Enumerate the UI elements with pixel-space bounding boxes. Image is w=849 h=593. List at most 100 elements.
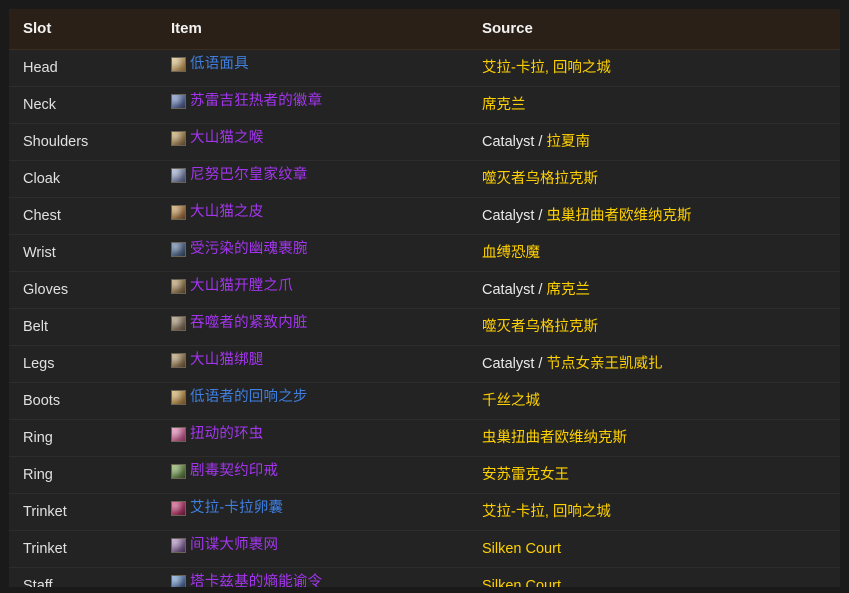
gear-source-cell: Silken Court bbox=[482, 531, 840, 568]
item-name: 受污染的幽魂裹腕 bbox=[190, 241, 308, 258]
source-name: 安苏雷克女王 bbox=[482, 467, 569, 483]
table-row: Cloak 尼努巴尔皇家纹章 噬灭者乌格拉克斯 bbox=[9, 160, 840, 198]
gear-slot-label: Trinket bbox=[23, 504, 67, 520]
gear-item-cell: 大山猫绑腿 bbox=[171, 346, 482, 383]
table-row: Shoulders 大山猫之喉 Catalyst / 拉夏南 bbox=[9, 123, 840, 161]
source-name: 席克兰 bbox=[546, 282, 590, 298]
item-link[interactable]: 受污染的幽魂裹腕 bbox=[171, 242, 308, 257]
source-prefix: Catalyst / bbox=[482, 282, 547, 298]
table-row: Wrist 受污染的幽魂裹腕 血缚恐魔 bbox=[9, 234, 840, 272]
item-icon-gloves-claws bbox=[171, 279, 186, 294]
item-name: 塔卡兹基的熵能谕令 bbox=[190, 574, 323, 587]
item-icon-neck-medallion bbox=[171, 94, 186, 109]
gear-source-cell: Catalyst / 拉夏南 bbox=[482, 124, 840, 161]
gear-slot-label: Cloak bbox=[23, 171, 61, 187]
source-prefix: Catalyst / bbox=[482, 356, 547, 372]
gear-source-cell: 席克兰 bbox=[482, 87, 840, 124]
item-link[interactable]: 塔卡兹基的熵能谕令 bbox=[171, 575, 322, 587]
gear-slot-label: Ring bbox=[23, 467, 53, 483]
gear-slot-label: Trinket bbox=[23, 541, 67, 557]
item-link[interactable]: 尼努巴尔皇家纹章 bbox=[171, 168, 308, 183]
item-link[interactable]: 扭动的环虫 bbox=[171, 427, 264, 442]
gear-source-cell: 噬灭者乌格拉克斯 bbox=[482, 161, 840, 198]
gear-slot-label: Wrist bbox=[23, 245, 56, 261]
table-row: Trinket 艾拉-卡拉卵囊 艾拉-卡拉, 回响之城 bbox=[9, 493, 840, 531]
gear-table: Slot Item Source Head 低语面具 艾拉-卡拉, 回响之城 Neck… bbox=[9, 9, 840, 587]
item-name: 大山猫绑腿 bbox=[190, 352, 264, 369]
gear-source-cell: 虫巢扭曲者欧维纳克斯 bbox=[482, 420, 840, 457]
gear-item-cell: 尼努巴尔皇家纹章 bbox=[171, 161, 482, 198]
gear-source-cell: 艾拉-卡拉, 回响之城 bbox=[482, 494, 840, 531]
item-icon-legs-leggings bbox=[171, 353, 186, 368]
gear-item-cell: 大山猫之喉 bbox=[171, 124, 482, 161]
source-name: Silken Court bbox=[482, 578, 561, 587]
item-icon-chest-lynx bbox=[171, 205, 186, 220]
table-row: Boots 低语者的回响之步 千丝之城 bbox=[9, 382, 840, 420]
item-name: 低语者的回响之步 bbox=[190, 389, 308, 406]
gear-item-cell: 扭动的环虫 bbox=[171, 420, 482, 457]
item-name: 苏雷吉狂热者的徽章 bbox=[190, 93, 323, 110]
item-link[interactable]: 大山猫之喉 bbox=[171, 131, 264, 146]
gear-item-cell: 大山猫开膛之爪 bbox=[171, 272, 482, 309]
item-link[interactable]: 艾拉-卡拉卵囊 bbox=[171, 501, 283, 516]
gear-slot-label: Head bbox=[23, 60, 58, 76]
item-link[interactable]: 大山猫之皮 bbox=[171, 205, 264, 220]
table-row: Ring 剧毒契约印戒 安苏雷克女王 bbox=[9, 456, 840, 494]
gear-slot-label: Shoulders bbox=[23, 134, 89, 150]
item-link[interactable]: 低语面具 bbox=[171, 57, 249, 72]
table-row: Belt 吞噬者的紧致内脏 噬灭者乌格拉克斯 bbox=[9, 308, 840, 346]
column-header-item[interactable]: Item bbox=[171, 9, 482, 50]
gear-slot-label: Staff bbox=[23, 578, 53, 587]
gear-source-cell: Catalyst / 节点女亲王凯威扎 bbox=[482, 346, 840, 383]
source-name: 血缚恐魔 bbox=[482, 245, 540, 261]
item-link[interactable]: 剧毒契约印戒 bbox=[171, 464, 278, 479]
item-icon-belt-viscera bbox=[171, 316, 186, 331]
gear-slot-label: Gloves bbox=[23, 282, 69, 298]
source-name: 虫巢扭曲者欧维纳克斯 bbox=[546, 208, 692, 224]
item-name: 低语面具 bbox=[190, 56, 249, 73]
gear-item-cell: 苏雷吉狂热者的徽章 bbox=[171, 87, 482, 124]
item-icon-cloak-crest bbox=[171, 168, 186, 183]
item-link[interactable]: 大山猫绑腿 bbox=[171, 353, 264, 368]
table-row: Head 低语面具 艾拉-卡拉, 回响之城 bbox=[9, 49, 840, 87]
table-row: Trinket 间谍大师裹网 Silken Court bbox=[9, 530, 840, 568]
gear-table-body: Head 低语面具 艾拉-卡拉, 回响之城 Neck 苏雷吉狂热者的徽章 席克兰 Shoul… bbox=[9, 49, 840, 587]
gear-slot-label: Legs bbox=[23, 356, 55, 372]
table-row: Chest 大山猫之皮 Catalyst / 虫巢扭曲者欧维纳克斯 bbox=[9, 197, 840, 235]
item-link[interactable]: 间谍大师裹网 bbox=[171, 538, 278, 553]
gear-source-cell: 安苏雷克女王 bbox=[482, 457, 840, 494]
item-name: 扭动的环虫 bbox=[190, 426, 264, 443]
gear-slot-label: Boots bbox=[23, 393, 61, 409]
item-link[interactable]: 大山猫开膛之爪 bbox=[171, 279, 293, 294]
gear-item-cell: 受污染的幽魂裹腕 bbox=[171, 235, 482, 272]
item-icon-trinket-webwrap bbox=[171, 538, 186, 553]
item-link[interactable]: 低语者的回响之步 bbox=[171, 390, 308, 405]
item-name: 艾拉-卡拉卵囊 bbox=[190, 500, 284, 517]
source-name: 虫巢扭曲者欧维纳克斯 bbox=[482, 430, 627, 446]
gear-slot-label: Chest bbox=[23, 208, 61, 224]
item-icon-ring-signet bbox=[171, 464, 186, 479]
column-header-source[interactable]: Source bbox=[482, 9, 840, 50]
item-name: 大山猫之皮 bbox=[190, 204, 264, 221]
gear-table-head: Slot Item Source bbox=[9, 9, 840, 50]
source-name: Silken Court bbox=[482, 541, 561, 557]
table-row: Neck 苏雷吉狂热者的徽章 席克兰 bbox=[9, 86, 840, 124]
item-name: 尼努巴尔皇家纹章 bbox=[190, 167, 308, 184]
gear-item-cell: 塔卡兹基的熵能谕令 bbox=[171, 568, 482, 587]
gear-item-cell: 大山猫之皮 bbox=[171, 198, 482, 235]
gear-source-cell: Catalyst / 虫巢扭曲者欧维纳克斯 bbox=[482, 198, 840, 235]
source-prefix: Catalyst / bbox=[482, 208, 547, 224]
source-name: 噬灭者乌格拉克斯 bbox=[482, 171, 598, 187]
table-row: Ring 扭动的环虫 虫巢扭曲者欧维纳克斯 bbox=[9, 419, 840, 457]
source-name: 席克兰 bbox=[482, 97, 526, 113]
column-header-slot[interactable]: Slot bbox=[9, 9, 171, 50]
item-link[interactable]: 吞噬者的紧致内脏 bbox=[171, 316, 308, 331]
gear-table-header-row: Slot Item Source bbox=[9, 9, 840, 50]
gear-source-cell: 艾拉-卡拉, 回响之城 bbox=[482, 50, 840, 87]
item-icon-staff-edict bbox=[171, 575, 186, 587]
item-link[interactable]: 苏雷吉狂热者的徽章 bbox=[171, 94, 322, 109]
table-row: Gloves 大山猫开膛之爪 Catalyst / 席克兰 bbox=[9, 271, 840, 309]
gear-source-cell: 千丝之城 bbox=[482, 383, 840, 420]
gear-item-cell: 间谍大师裹网 bbox=[171, 531, 482, 568]
source-name: 拉夏南 bbox=[546, 134, 590, 150]
